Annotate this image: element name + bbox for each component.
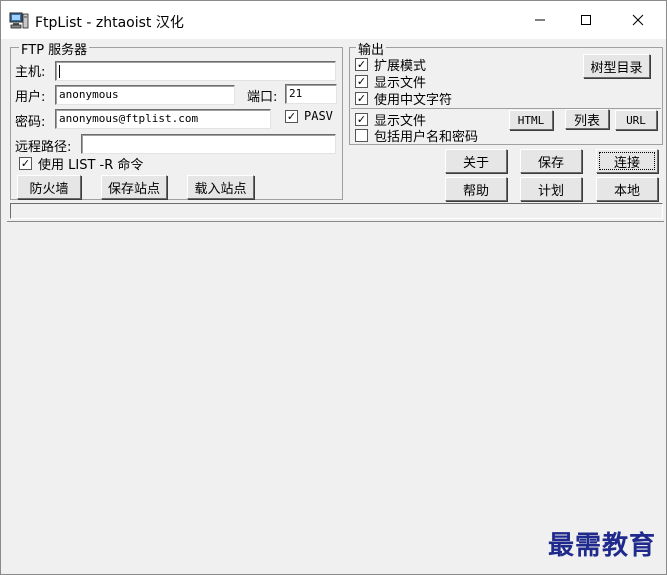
show-files2-checkbox-box: ✓ xyxy=(355,113,368,126)
include-user-checkbox[interactable]: 包括用户名和密码 xyxy=(355,126,478,145)
status-bar xyxy=(10,203,663,219)
output-log-area[interactable] xyxy=(7,221,664,571)
close-button[interactable] xyxy=(615,1,661,39)
schedule-button[interactable]: 计划 xyxy=(520,177,582,201)
url-button[interactable]: URL xyxy=(615,110,657,130)
user-input[interactable]: anonymous xyxy=(55,85,235,105)
ftplist-window: FtpList - zhtaoist 汉化 FTP 服务器 主机: 用户: an… xyxy=(0,0,667,575)
client-area: FTP 服务器 主机: 用户: anonymous 端口: 21 密码: ano… xyxy=(1,39,666,574)
save-site-button[interactable]: 保存站点 xyxy=(101,175,167,199)
load-site-button[interactable]: 载入站点 xyxy=(187,175,254,199)
host-input[interactable] xyxy=(55,61,336,81)
port-input[interactable]: 21 xyxy=(285,84,337,104)
port-label: 端口: xyxy=(247,90,278,105)
firewall-button[interactable]: 防火墙 xyxy=(17,175,81,199)
pasv-checkbox[interactable]: ✓ PASV xyxy=(285,109,333,123)
list-button[interactable]: 列表 xyxy=(565,109,609,129)
chinese-chars-checkbox-box: ✓ xyxy=(355,92,368,105)
connect-button[interactable]: 连接 xyxy=(596,149,658,173)
check-mark-icon: ✓ xyxy=(356,58,367,71)
include-user-label: 包括用户名和密码 xyxy=(374,130,479,145)
minimize-icon xyxy=(535,19,545,21)
about-button[interactable]: 关于 xyxy=(445,149,507,173)
help-button[interactable]: 帮助 xyxy=(445,177,507,201)
list-r-label: 使用 LIST -R 命令 xyxy=(38,158,144,173)
expand-mode-checkbox-box: ✓ xyxy=(355,58,368,71)
check-mark-icon: ✓ xyxy=(286,109,297,123)
remote-path-label: 远程路径: xyxy=(15,140,72,155)
pasv-checkbox-box: ✓ xyxy=(285,109,298,123)
password-label: 密码: xyxy=(15,115,46,130)
chinese-chars-label: 使用中文字符 xyxy=(374,93,453,108)
save-button[interactable]: 保存 xyxy=(520,149,582,173)
pasv-label: PASV xyxy=(304,109,333,123)
port-value: 21 xyxy=(289,87,303,100)
maximize-icon xyxy=(581,15,591,25)
show-files-checkbox-box: ✓ xyxy=(355,75,368,88)
watermark-text: 最需教育 xyxy=(547,531,656,561)
ftp-server-group-title: FTP 服务器 xyxy=(19,39,90,58)
text-caret xyxy=(59,64,60,78)
local-button[interactable]: 本地 xyxy=(596,177,658,201)
html-button[interactable]: HTML xyxy=(509,110,553,130)
maximize-button[interactable] xyxy=(563,1,609,39)
chinese-chars-checkbox[interactable]: ✓ 使用中文字符 xyxy=(355,89,452,108)
host-label: 主机: xyxy=(15,65,46,80)
window-title: FtpList - zhtaoist 汉化 xyxy=(35,15,184,31)
check-mark-icon: ✓ xyxy=(356,92,367,105)
check-mark-icon: ✓ xyxy=(356,113,367,126)
output-divider xyxy=(351,108,661,109)
list-r-checkbox-box: ✓ xyxy=(19,157,32,170)
check-mark-icon: ✓ xyxy=(356,75,367,88)
include-user-checkbox-box xyxy=(355,129,368,142)
list-r-checkbox[interactable]: ✓ 使用 LIST -R 命令 xyxy=(19,154,143,173)
password-value: anonymous@ftplist.com xyxy=(59,112,199,125)
user-label: 用户: xyxy=(15,90,46,105)
close-icon xyxy=(632,14,644,26)
password-input[interactable]: anonymous@ftplist.com xyxy=(55,109,271,129)
title-bar[interactable]: FtpList - zhtaoist 汉化 xyxy=(1,1,666,39)
app-computer-icon xyxy=(9,12,29,29)
check-mark-icon: ✓ xyxy=(20,157,31,170)
user-value: anonymous xyxy=(59,88,119,101)
minimize-button[interactable] xyxy=(517,1,563,39)
tree-directory-button[interactable]: 树型目录 xyxy=(583,54,650,78)
remote-path-input[interactable] xyxy=(81,134,336,154)
